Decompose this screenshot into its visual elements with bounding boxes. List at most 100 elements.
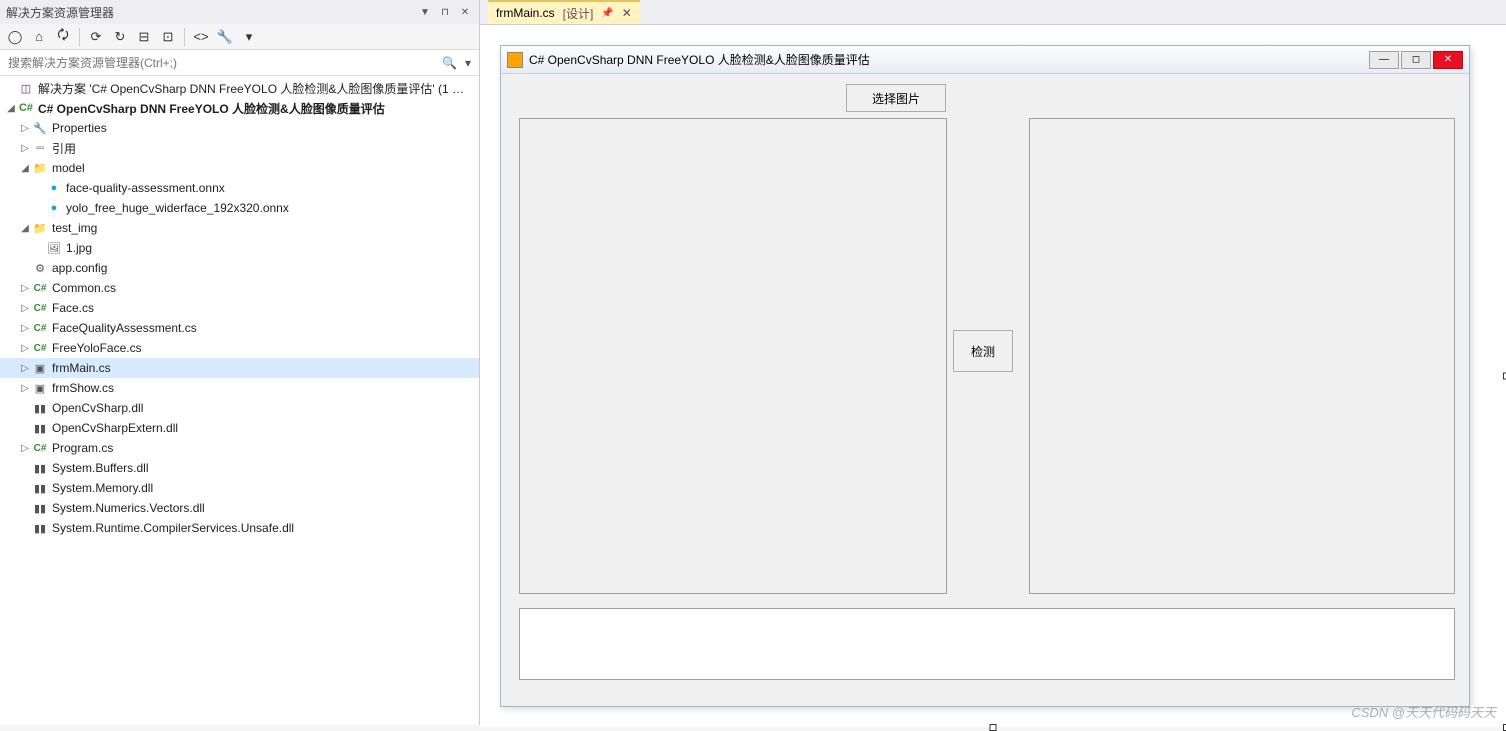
- designer-area: frmMain.cs [设计] 📌 ✕ C# OpenCvSharp DNN F…: [480, 0, 1506, 725]
- expander-icon[interactable]: ▷: [18, 323, 32, 334]
- solution-tree: ◫ 解决方案 'C# OpenCvSharp DNN FreeYOLO 人脸检测…: [0, 76, 479, 725]
- search-input[interactable]: [4, 54, 438, 72]
- file-freeyolo-cs[interactable]: ▷ C# FreeYoloFace.cs: [0, 338, 479, 358]
- file-frmshow-cs[interactable]: ▷ ▣ frmShow.cs: [0, 378, 479, 398]
- tree-item-label: model: [52, 161, 475, 175]
- close-icon[interactable]: ✕: [622, 6, 632, 20]
- folder-model-node[interactable]: ◢ 📁 model: [0, 158, 479, 178]
- references-node[interactable]: ▷ ▫▫ 引用: [0, 138, 479, 158]
- dll-file-icon: ▮▮: [32, 500, 48, 516]
- picturebox-left[interactable]: [519, 118, 947, 594]
- solution-explorer-toolbar: ◯ ⌂ 🗘 ⟳ ↻ ⊟ ⊡ <> 🔧 ▾: [0, 24, 479, 50]
- csharp-project-icon: C#: [18, 100, 34, 116]
- folder-testimg-node[interactable]: ◢ 📁 test_img: [0, 218, 479, 238]
- image-file-icon: 🖼: [46, 240, 62, 256]
- preview-icon[interactable]: ▾: [238, 26, 260, 48]
- file-frmmain-cs[interactable]: ▷ ▣ frmMain.cs: [0, 358, 479, 378]
- tree-item-label: OpenCvSharp.dll: [52, 401, 475, 415]
- sync-icon[interactable]: 🗘: [52, 26, 74, 48]
- pin-icon[interactable]: ⊓: [437, 4, 453, 20]
- wrench-icon: 🔧: [32, 120, 48, 136]
- references-icon: ▫▫: [32, 140, 48, 156]
- solution-explorer-title: 解决方案资源管理器: [6, 4, 417, 21]
- onnx-file-icon: ●: [46, 200, 62, 216]
- dropdown-icon[interactable]: ▼: [417, 4, 433, 20]
- tree-item-label: face-quality-assessment.onnx: [66, 181, 475, 195]
- tree-item-label: frmMain.cs: [52, 361, 475, 375]
- csharp-file-icon: C#: [32, 300, 48, 316]
- file-program-cs[interactable]: ▷ C# Program.cs: [0, 438, 479, 458]
- output-textbox[interactable]: [519, 608, 1455, 680]
- properties-icon[interactable]: 🔧: [214, 26, 236, 48]
- minimize-button[interactable]: —: [1369, 51, 1399, 69]
- winform-titlebar: C# OpenCvSharp DNN FreeYOLO 人脸检测&人脸图像质量评…: [501, 46, 1469, 74]
- file-sysbuffers-dll[interactable]: ▮▮ System.Buffers.dll: [0, 458, 479, 478]
- file-yolo-onnx[interactable]: ● yolo_free_huge_widerface_192x320.onnx: [0, 198, 479, 218]
- select-image-button[interactable]: 选择图片: [846, 84, 946, 112]
- dll-file-icon: ▮▮: [32, 480, 48, 496]
- file-opencvsharpextern-dll[interactable]: ▮▮ OpenCvSharpExtern.dll: [0, 418, 479, 438]
- document-tab-bar: frmMain.cs [设计] 📌 ✕: [480, 0, 1506, 24]
- project-node[interactable]: ◢ C# C# OpenCvSharp DNN FreeYOLO 人脸检测&人脸…: [0, 98, 479, 118]
- tree-item-label: FaceQualityAssessment.cs: [52, 321, 475, 335]
- winform-preview[interactable]: C# OpenCvSharp DNN FreeYOLO 人脸检测&人脸图像质量评…: [500, 45, 1470, 707]
- maximize-button[interactable]: ◻: [1401, 51, 1431, 69]
- close-icon[interactable]: ✕: [457, 4, 473, 20]
- expander-icon[interactable]: ▷: [18, 443, 32, 454]
- file-sysruntime-dll[interactable]: ▮▮ System.Runtime.CompilerServices.Unsaf…: [0, 518, 479, 538]
- view-code-icon[interactable]: <>: [190, 26, 212, 48]
- search-dropdown-icon[interactable]: ▾: [461, 56, 475, 70]
- dll-file-icon: ▮▮: [32, 400, 48, 416]
- tab-suffix: [设计]: [563, 5, 594, 22]
- expander-icon[interactable]: ▷: [18, 383, 32, 394]
- expander-icon[interactable]: ◢: [18, 223, 32, 234]
- designer-surface[interactable]: C# OpenCvSharp DNN FreeYOLO 人脸检测&人脸图像质量评…: [480, 24, 1506, 727]
- close-button[interactable]: ✕: [1433, 51, 1463, 69]
- search-icon[interactable]: 🔍: [438, 56, 461, 70]
- file-fqa-onnx[interactable]: ● face-quality-assessment.onnx: [0, 178, 479, 198]
- resize-handle-bottom[interactable]: [990, 724, 997, 731]
- tree-item-label: app.config: [52, 261, 475, 275]
- expander-icon[interactable]: ◢: [18, 163, 32, 174]
- home-icon[interactable]: ⌂: [28, 26, 50, 48]
- config-file-icon: ⚙: [32, 260, 48, 276]
- pending-icon[interactable]: ⟳: [85, 26, 107, 48]
- file-sysmemory-dll[interactable]: ▮▮ System.Memory.dll: [0, 478, 479, 498]
- solution-explorer-panel: 解决方案资源管理器 ▼ ⊓ ✕ ◯ ⌂ 🗘 ⟳ ↻ ⊟ ⊡ <> 🔧 ▾ 🔍 ▾…: [0, 0, 480, 725]
- picturebox-right[interactable]: [1029, 118, 1455, 594]
- expander-icon[interactable]: ▷: [18, 303, 32, 314]
- solution-node[interactable]: ◫ 解决方案 'C# OpenCvSharp DNN FreeYOLO 人脸检测…: [0, 78, 479, 98]
- file-fqa-cs[interactable]: ▷ C# FaceQualityAssessment.cs: [0, 318, 479, 338]
- collapse-icon[interactable]: ⊟: [133, 26, 155, 48]
- tree-item-label: Properties: [52, 121, 475, 135]
- tree-item-label: OpenCvSharpExtern.dll: [52, 421, 475, 435]
- tree-item-label: Face.cs: [52, 301, 475, 315]
- file-opencvsharp-dll[interactable]: ▮▮ OpenCvSharp.dll: [0, 398, 479, 418]
- form-file-icon: ▣: [32, 360, 48, 376]
- file-1jpg[interactable]: 🖼 1.jpg: [0, 238, 479, 258]
- tree-item-label: System.Buffers.dll: [52, 461, 475, 475]
- file-sysnumerics-dll[interactable]: ▮▮ System.Numerics.Vectors.dll: [0, 498, 479, 518]
- pin-icon[interactable]: 📌: [601, 8, 613, 19]
- show-all-icon[interactable]: ⊡: [157, 26, 179, 48]
- expander-icon[interactable]: ▷: [18, 343, 32, 354]
- expander-icon[interactable]: ▷: [18, 143, 32, 154]
- expander-icon[interactable]: ◢: [4, 103, 18, 114]
- refresh-icon[interactable]: ↻: [109, 26, 131, 48]
- properties-node[interactable]: ▷ 🔧 Properties: [0, 118, 479, 138]
- back-icon[interactable]: ◯: [4, 26, 26, 48]
- file-appconfig[interactable]: ⚙ app.config: [0, 258, 479, 278]
- document-tab[interactable]: frmMain.cs [设计] 📌 ✕: [488, 0, 640, 24]
- dll-file-icon: ▮▮: [32, 460, 48, 476]
- file-common-cs[interactable]: ▷ C# Common.cs: [0, 278, 479, 298]
- tree-item-label: 引用: [52, 140, 475, 157]
- onnx-file-icon: ●: [46, 180, 62, 196]
- expander-icon[interactable]: ▷: [18, 123, 32, 134]
- file-face-cs[interactable]: ▷ C# Face.cs: [0, 298, 479, 318]
- detect-button[interactable]: 检测: [953, 330, 1013, 372]
- tree-item-label: Common.cs: [52, 281, 475, 295]
- solution-explorer-search: 🔍 ▾: [0, 50, 479, 76]
- app-icon: [507, 52, 523, 68]
- expander-icon[interactable]: ▷: [18, 283, 32, 294]
- expander-icon[interactable]: ▷: [18, 363, 32, 374]
